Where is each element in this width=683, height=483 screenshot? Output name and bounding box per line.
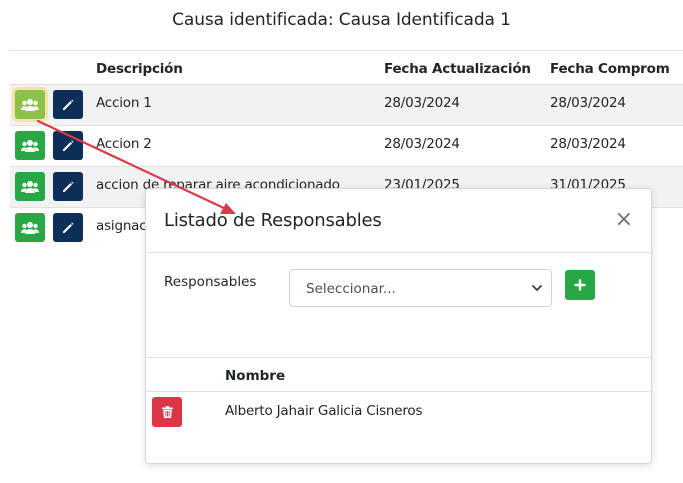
users-icon <box>21 180 39 193</box>
nombre-cell: Alberto Jahair Galicia Cisneros <box>225 403 423 419</box>
responsables-modal: Listado de Responsables × Responsables S… <box>145 188 652 464</box>
delete-responsable-button[interactable] <box>152 397 182 427</box>
responsables-button[interactable] <box>15 172 45 201</box>
edit-button[interactable] <box>53 131 83 160</box>
column-header-nombre: Nombre <box>225 368 286 384</box>
add-responsable-button[interactable] <box>565 270 595 300</box>
responsables-select[interactable]: Seleccionar... <box>289 269 552 307</box>
edit-button[interactable] <box>53 172 83 201</box>
fecha-compromiso-cell: 28/03/2024 <box>550 136 626 152</box>
fecha-compromiso-cell: 28/03/2024 <box>550 95 626 111</box>
column-header-descripcion: Descripción <box>96 61 183 77</box>
table-row: Accion 1 28/03/2024 28/03/2024 <box>10 85 683 126</box>
select-value: Seleccionar... <box>306 281 396 297</box>
pencil-icon <box>63 222 74 233</box>
responsables-button[interactable] <box>15 213 45 242</box>
chevron-down-icon <box>532 285 542 291</box>
pencil-icon <box>63 140 74 151</box>
plus-icon <box>574 279 586 291</box>
fecha-actualizacion-cell: 28/03/2024 <box>384 136 460 152</box>
descripcion-cell: asignac <box>96 218 147 234</box>
users-icon <box>21 221 39 234</box>
responsables-table: Nombre Alberto Jahair Galicia Cisneros <box>146 357 651 432</box>
responsables-table-header: Nombre <box>146 358 651 392</box>
responsables-button[interactable] <box>15 90 45 119</box>
pencil-icon <box>63 181 74 192</box>
users-icon <box>21 98 39 111</box>
pencil-icon <box>63 99 74 110</box>
column-header-fecha-compromiso: Fecha Comprom <box>550 61 670 77</box>
responsables-label: Responsables <box>164 274 257 290</box>
edit-button[interactable] <box>53 213 83 242</box>
table-row: Accion 2 28/03/2024 28/03/2024 <box>10 126 683 167</box>
fecha-actualizacion-cell: 28/03/2024 <box>384 95 460 111</box>
modal-header: Listado de Responsables × <box>146 189 651 253</box>
trash-icon <box>161 406 173 418</box>
responsables-button[interactable] <box>15 131 45 160</box>
page-title: Causa identificada: Causa Identificada 1 <box>172 10 511 30</box>
table-row: Alberto Jahair Galicia Cisneros <box>146 392 651 432</box>
edit-button[interactable] <box>53 90 83 119</box>
descripcion-cell: Accion 1 <box>96 95 152 111</box>
users-icon <box>21 139 39 152</box>
descripcion-cell: Accion 2 <box>96 136 152 152</box>
close-button[interactable]: × <box>615 209 633 231</box>
column-header-fecha-actualizacion: Fecha Actualización <box>384 61 531 77</box>
modal-title: Listado de Responsables <box>164 210 382 231</box>
table-header: Descripción Fecha Actualización Fecha Co… <box>10 51 683 85</box>
